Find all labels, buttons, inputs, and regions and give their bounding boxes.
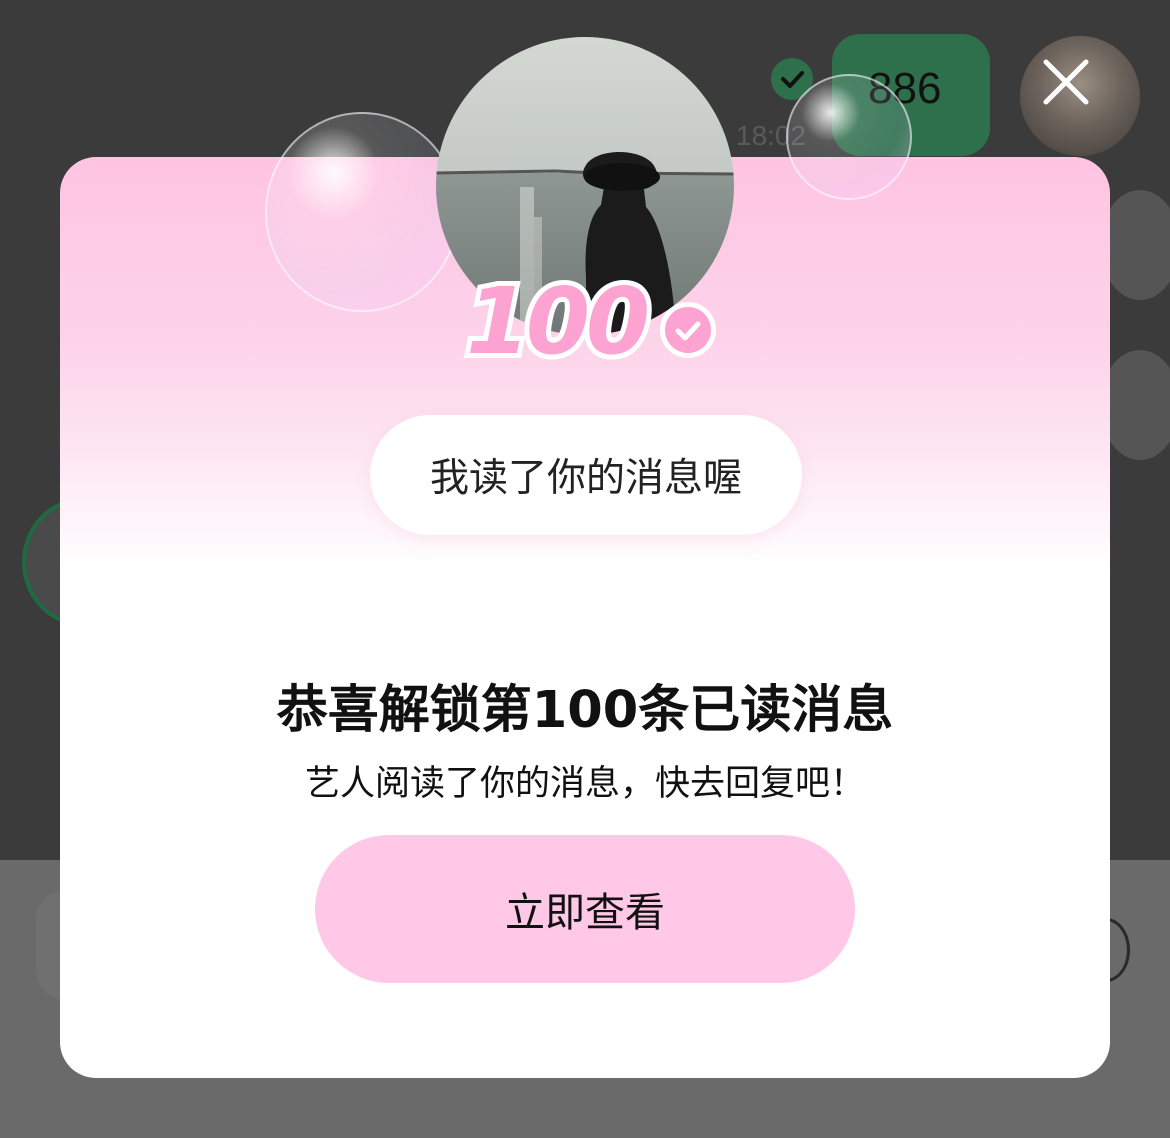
view-now-button[interactable]: 立即查看 xyxy=(315,835,855,983)
view-now-label: 立即查看 xyxy=(505,890,665,936)
speech-text: 我读了你的消息喔 xyxy=(429,456,742,501)
check-badge-icon xyxy=(660,302,716,358)
read-count-badge: 100 xyxy=(440,262,740,380)
close-icon xyxy=(1043,59,1089,105)
bubble-decoration xyxy=(786,74,912,200)
read-count-number: 100 xyxy=(461,263,655,380)
modal-title: 恭喜解锁第100条已读消息 xyxy=(276,681,894,740)
avatar-edge xyxy=(1100,190,1170,300)
modal-subtitle: 艺人阅读了你的消息，快去回复吧！ xyxy=(304,764,865,804)
bubble-decoration xyxy=(265,112,459,312)
avatar-edge xyxy=(1100,350,1170,460)
close-button[interactable] xyxy=(1040,56,1092,108)
speech-bubble: 我读了你的消息喔 xyxy=(370,415,802,535)
